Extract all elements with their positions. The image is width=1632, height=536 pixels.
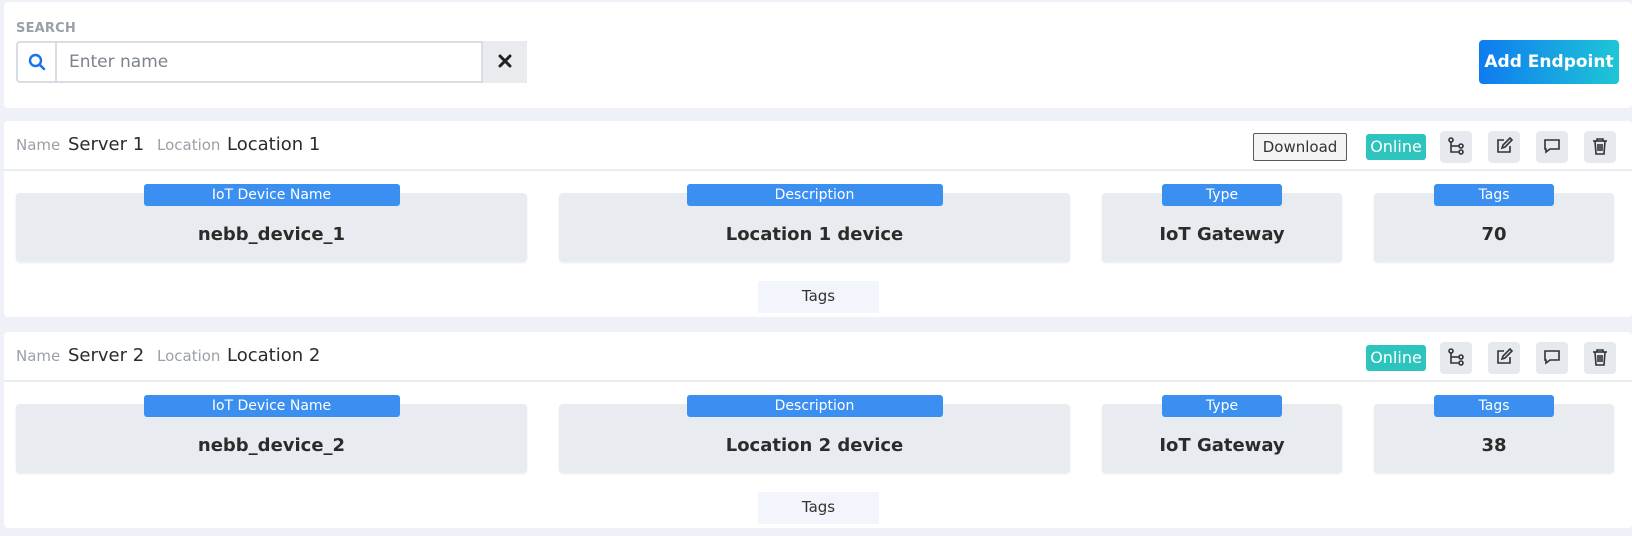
endpoint-location: Location 1: [227, 134, 321, 155]
edit-icon: [1495, 136, 1514, 158]
edit-icon: [1495, 347, 1514, 369]
device-name-box: IoT Device Name nebb_device_2: [16, 395, 527, 473]
tags-count-value: 38: [1481, 435, 1507, 456]
description-label: Description: [686, 184, 943, 206]
type-box: Type IoT Gateway: [1102, 184, 1342, 262]
device-name-value: nebb_device_2: [197, 435, 346, 456]
device-name-label: IoT Device Name: [143, 184, 400, 206]
topology-button[interactable]: [1440, 131, 1472, 163]
description-value: Location 2 device: [725, 435, 904, 456]
type-label: Type: [1162, 395, 1282, 417]
description-box: Description Location 2 device: [559, 395, 1070, 473]
search-input[interactable]: [55, 41, 483, 83]
comment-icon: [1543, 348, 1561, 369]
comment-button[interactable]: [1536, 342, 1568, 374]
type-label: Type: [1162, 184, 1282, 206]
add-endpoint-button[interactable]: Add Endpoint: [1479, 40, 1619, 84]
clear-search-button[interactable]: [483, 41, 527, 83]
download-button[interactable]: Download: [1253, 133, 1347, 161]
comment-button[interactable]: [1536, 131, 1568, 163]
description-box: Description Location 1 device: [559, 184, 1070, 262]
device-name-value: nebb_device_1: [197, 224, 346, 245]
endpoint-name: Server 1: [68, 134, 145, 155]
location-label: Location: [157, 347, 221, 365]
topology-button[interactable]: [1440, 342, 1472, 374]
endpoint-name: Server 2: [68, 345, 145, 366]
comment-icon: [1543, 137, 1561, 158]
tags-link[interactable]: Tags: [758, 281, 879, 313]
search-panel: SEARCH Add Endpoint: [4, 2, 1632, 108]
description-label: Description: [686, 395, 943, 417]
type-value: IoT Gateway: [1159, 224, 1285, 245]
description-value: Location 1 device: [725, 224, 904, 245]
topology-icon: [1447, 347, 1465, 369]
search-group: [16, 41, 527, 83]
delete-button[interactable]: [1584, 131, 1616, 163]
name-label: Name: [16, 347, 61, 365]
close-icon: [498, 54, 512, 71]
edit-button[interactable]: [1488, 342, 1520, 374]
search-icon: [16, 41, 55, 83]
trash-icon: [1592, 348, 1608, 369]
tags-link[interactable]: Tags: [758, 492, 879, 524]
edit-button[interactable]: [1488, 131, 1520, 163]
delete-button[interactable]: [1584, 342, 1616, 374]
search-label: SEARCH: [16, 21, 76, 36]
status-badge: Online: [1366, 345, 1426, 371]
type-box: Type IoT Gateway: [1102, 395, 1342, 473]
topology-icon: [1447, 136, 1465, 158]
endpoint-header: Name Server 2 Location Location 2 Online: [4, 332, 1632, 382]
location-label: Location: [157, 136, 221, 154]
tags-box: Tags 70: [1374, 184, 1614, 262]
endpoint-header: Name Server 1 Location Location 1 Downlo…: [4, 121, 1632, 171]
status-badge: Online: [1366, 134, 1426, 160]
type-value: IoT Gateway: [1159, 435, 1285, 456]
endpoint-location: Location 2: [227, 345, 321, 366]
device-name-box: IoT Device Name nebb_device_1: [16, 184, 527, 262]
device-name-label: IoT Device Name: [143, 395, 400, 417]
trash-icon: [1592, 137, 1608, 158]
tags-label: Tags: [1434, 395, 1554, 417]
endpoint-card: Name Server 2 Location Location 2 Online: [4, 332, 1632, 528]
tags-count-value: 70: [1481, 224, 1507, 245]
tags-box: Tags 38: [1374, 395, 1614, 473]
name-label: Name: [16, 136, 61, 154]
tags-label: Tags: [1434, 184, 1554, 206]
endpoint-card: Name Server 1 Location Location 1 Downlo…: [4, 121, 1632, 317]
